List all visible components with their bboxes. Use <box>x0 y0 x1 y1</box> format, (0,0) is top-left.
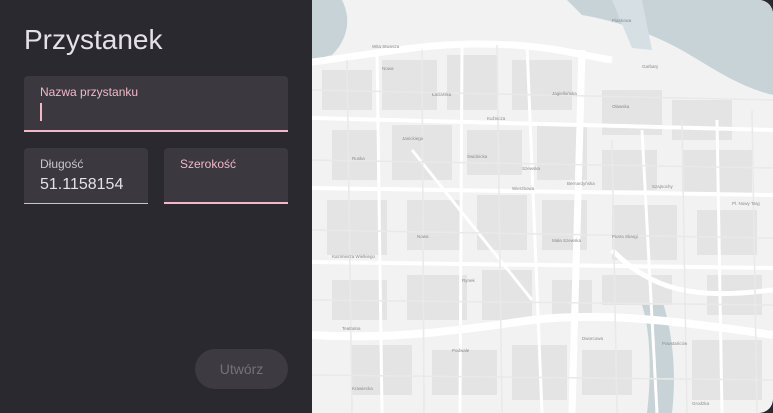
street-label: Nowa <box>382 66 394 71</box>
street-label: Mała Szewska <box>552 238 582 243</box>
street-label: Kuźnicza <box>487 116 506 121</box>
street-label: Wita Stwosza <box>372 44 400 49</box>
street-label: Teatralna <box>342 326 361 331</box>
form-panel: Przystanek Nazwa przystanku Długość 51.1… <box>0 0 312 413</box>
street-label: Piotra Skargi <box>612 234 638 239</box>
map-canvas[interactable]: Wita Stwosza Kazimierza Wielkiego Świdni… <box>312 0 773 413</box>
latitude-label: Szerokość <box>180 157 237 171</box>
street-label: Garbary <box>642 64 659 69</box>
longitude-field[interactable]: Długość 51.1158154 <box>24 148 148 204</box>
street-label: Rynek <box>462 278 476 283</box>
longitude-value[interactable]: 51.1158154 <box>40 176 123 194</box>
street-label: Powstańców <box>662 341 688 346</box>
street-label: Bernardyńska <box>567 181 595 186</box>
street-label: Łaciarska <box>432 92 452 97</box>
street-label: Piaskowa <box>612 18 632 23</box>
street-label: Podwale <box>452 348 470 353</box>
longitude-label: Długość <box>40 157 84 171</box>
create-button[interactable]: Utwórz <box>195 349 288 389</box>
text-caret <box>40 103 42 121</box>
river-area <box>312 0 348 60</box>
street-label: Świdnicka <box>467 152 488 159</box>
stop-dialog: Przystanek Nazwa przystanku Długość 51.1… <box>0 0 773 413</box>
street-label: Kazimierza Wielkiego <box>332 254 376 259</box>
stop-name-label: Nazwa przystanku <box>40 85 139 99</box>
street-label: Szajnochy <box>652 184 674 189</box>
street-label: Nowa <box>417 234 429 239</box>
street-label: Szewska <box>522 166 541 171</box>
street-label: Krawiecka <box>352 386 373 391</box>
stop-name-field[interactable]: Nazwa przystanku <box>24 76 288 132</box>
map-view[interactable]: Wita Stwosza Kazimierza Wielkiego Świdni… <box>312 0 773 413</box>
street-label: Janickiego <box>402 136 424 141</box>
street-label: Wierzbowa <box>512 186 535 191</box>
river-area <box>567 0 773 95</box>
street-label: Oławska <box>612 104 630 109</box>
street-label: Grodzka <box>692 401 710 406</box>
dialog-title: Przystanek <box>24 24 163 55</box>
street-label: Pl. Nowy Targ <box>732 201 760 206</box>
street-label: Jagiellońska <box>552 91 577 96</box>
latitude-field[interactable]: Szerokość <box>164 148 288 204</box>
building-blocks <box>322 55 762 400</box>
street-label: Dworcowa <box>582 336 604 341</box>
street-label: Ruska <box>352 156 365 161</box>
